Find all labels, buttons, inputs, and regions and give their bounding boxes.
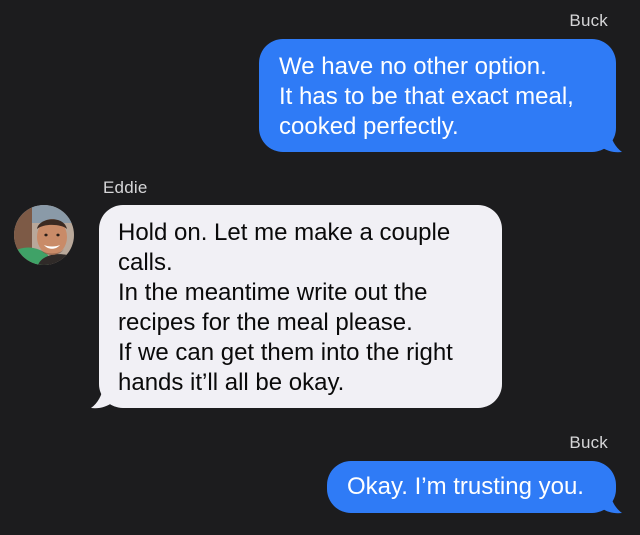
outgoing-message-bubble[interactable]: We have no other option. It has to be th… [259, 39, 616, 152]
outgoing-message-bubble[interactable]: Okay. I’m trusting you. [327, 461, 616, 513]
sender-name-buck: Buck [569, 433, 608, 452]
sender-name-buck: Buck [569, 11, 608, 30]
message-text: We have no other option. It has to be th… [279, 53, 574, 140]
message-text: Okay. I’m trusting you. [347, 473, 584, 500]
sender-name-eddie: Eddie [103, 178, 148, 197]
contact-avatar[interactable] [14, 205, 74, 265]
incoming-message-bubble[interactable]: Hold on. Let me make a couple calls. In … [99, 205, 502, 408]
message-text: Hold on. Let me make a couple calls. In … [118, 219, 453, 396]
